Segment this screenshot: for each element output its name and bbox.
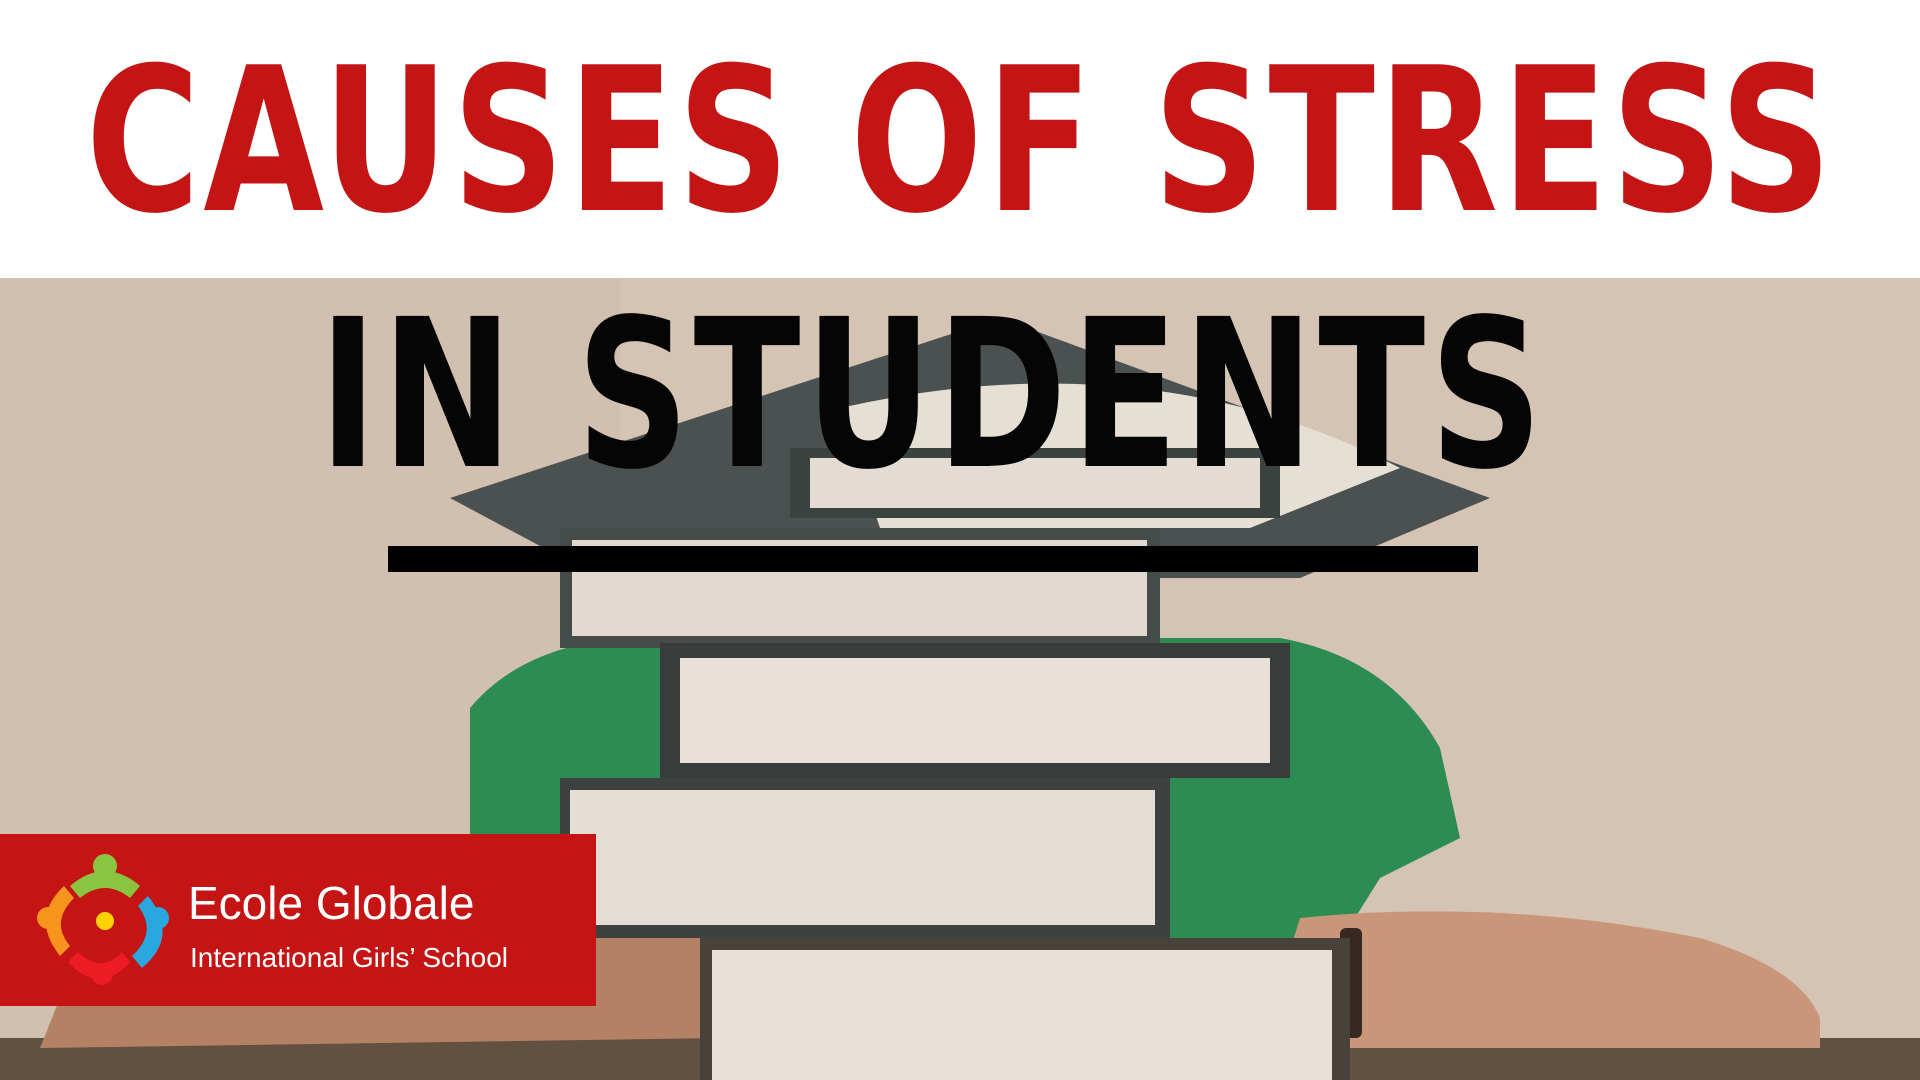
subtitle-underline — [388, 546, 1478, 572]
school-logo-block: Ecole Globale International Girls’ Schoo… — [0, 834, 596, 1006]
subtitle: IN STUDENTS — [319, 278, 1543, 518]
page-title: CAUSES OF STRESS — [85, 25, 1835, 258]
logo-school-tagline: International Girls’ School — [190, 942, 509, 973]
children-circle-logo-icon — [37, 854, 169, 985]
logo-school-name: Ecole Globale — [188, 877, 475, 929]
subtitle-text: IN STUDENTS — [318, 275, 1548, 515]
headline-band: CAUSES OF STRESS — [0, 0, 1920, 278]
